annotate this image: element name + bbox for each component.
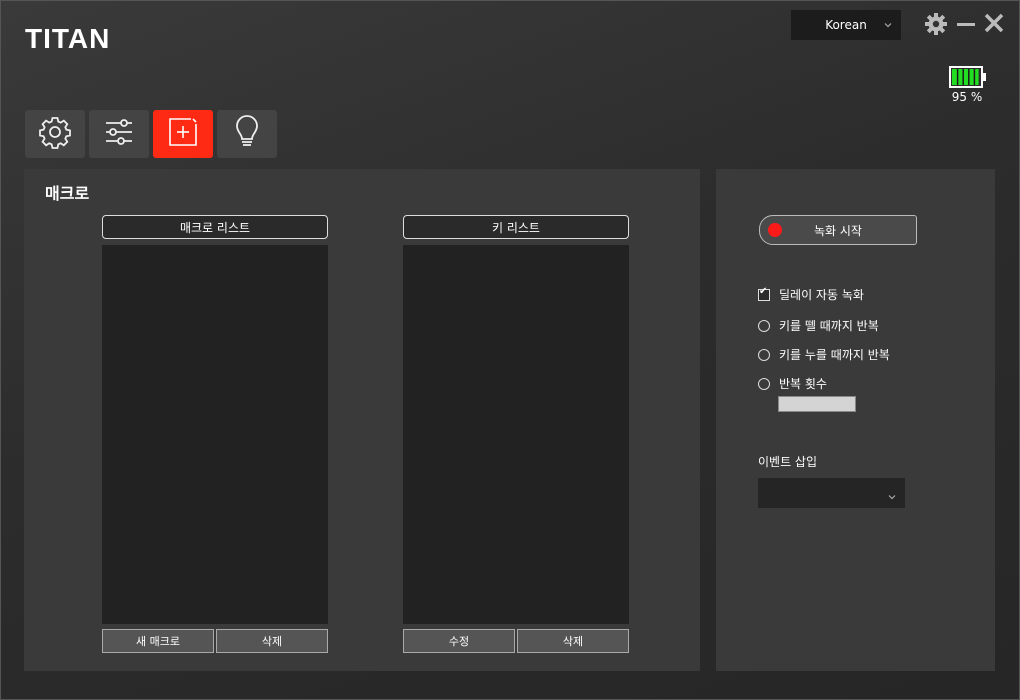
repeat-count-label: 반복 횟수	[779, 377, 827, 391]
chevron-down-icon	[887, 487, 897, 506]
lightbulb-icon	[232, 115, 262, 153]
tab-macro[interactable]	[153, 110, 213, 158]
tab-settings[interactable]	[25, 110, 85, 158]
record-start-button[interactable]: 녹화 시작	[759, 215, 917, 245]
repeat-until-release-label: 키를 뗄 때까지 반복	[779, 319, 879, 333]
settings-gear-icon[interactable]	[924, 12, 948, 40]
event-insert-select[interactable]	[758, 478, 905, 508]
record-start-label: 녹화 시작	[814, 223, 862, 238]
close-icon[interactable]	[983, 12, 1005, 38]
repeat-until-release-option[interactable]: 키를 뗄 때까지 반복	[758, 317, 879, 334]
repeat-until-press-label: 키를 누를 때까지 반복	[779, 348, 890, 362]
minimize-icon[interactable]	[956, 14, 976, 38]
new-macro-button[interactable]: 새 매크로	[102, 629, 214, 653]
chevron-down-icon	[883, 19, 893, 33]
key-list[interactable]	[403, 245, 629, 624]
edit-key-button[interactable]: 수정	[403, 629, 515, 653]
sliders-icon	[103, 116, 135, 152]
record-panel: 녹화 시작 ✔ 딜레이 자동 녹화 키를 뗄 때까지 반복 키를 누를 때까지 …	[716, 169, 995, 671]
tab-performance[interactable]	[89, 110, 149, 158]
macro-list-header: 매크로 리스트	[102, 215, 328, 239]
page-title: 매크로	[45, 184, 90, 203]
repeat-until-release-radio[interactable]	[758, 319, 770, 332]
tab-lighting[interactable]	[217, 110, 277, 158]
key-list-header: 키 리스트	[403, 215, 629, 239]
delay-auto-record-option[interactable]: ✔ 딜레이 자동 녹화	[758, 286, 864, 303]
delay-auto-record-label: 딜레이 자동 녹화	[779, 288, 864, 302]
macro-add-icon	[167, 116, 199, 152]
record-dot-icon	[768, 223, 782, 237]
repeat-until-press-option[interactable]: 키를 누를 때까지 반복	[758, 346, 890, 363]
battery-icon	[949, 66, 987, 92]
event-insert-label: 이벤트 삽입	[758, 455, 818, 469]
delete-key-button[interactable]: 삭제	[517, 629, 629, 653]
language-select[interactable]: Korean	[791, 10, 901, 40]
delete-macro-button[interactable]: 삭제	[216, 629, 328, 653]
gear-icon	[38, 115, 72, 153]
repeat-until-press-radio[interactable]	[758, 348, 770, 361]
repeat-count-input[interactable]	[778, 396, 856, 412]
macro-panel: 매크로 매크로 리스트 새 매크로 삭제 키 리스트 수정 삭제	[24, 169, 700, 671]
battery-percent: 95 %	[951, 90, 983, 104]
repeat-count-radio[interactable]	[758, 377, 770, 390]
macro-list[interactable]	[102, 245, 328, 624]
checkmark-icon: ✔	[759, 285, 768, 297]
repeat-count-option[interactable]: 반복 횟수	[758, 375, 827, 392]
app-logo: TITAN	[25, 23, 111, 54]
delay-auto-record-checkbox[interactable]: ✔	[758, 285, 770, 301]
language-select-value: Korean	[825, 18, 867, 32]
